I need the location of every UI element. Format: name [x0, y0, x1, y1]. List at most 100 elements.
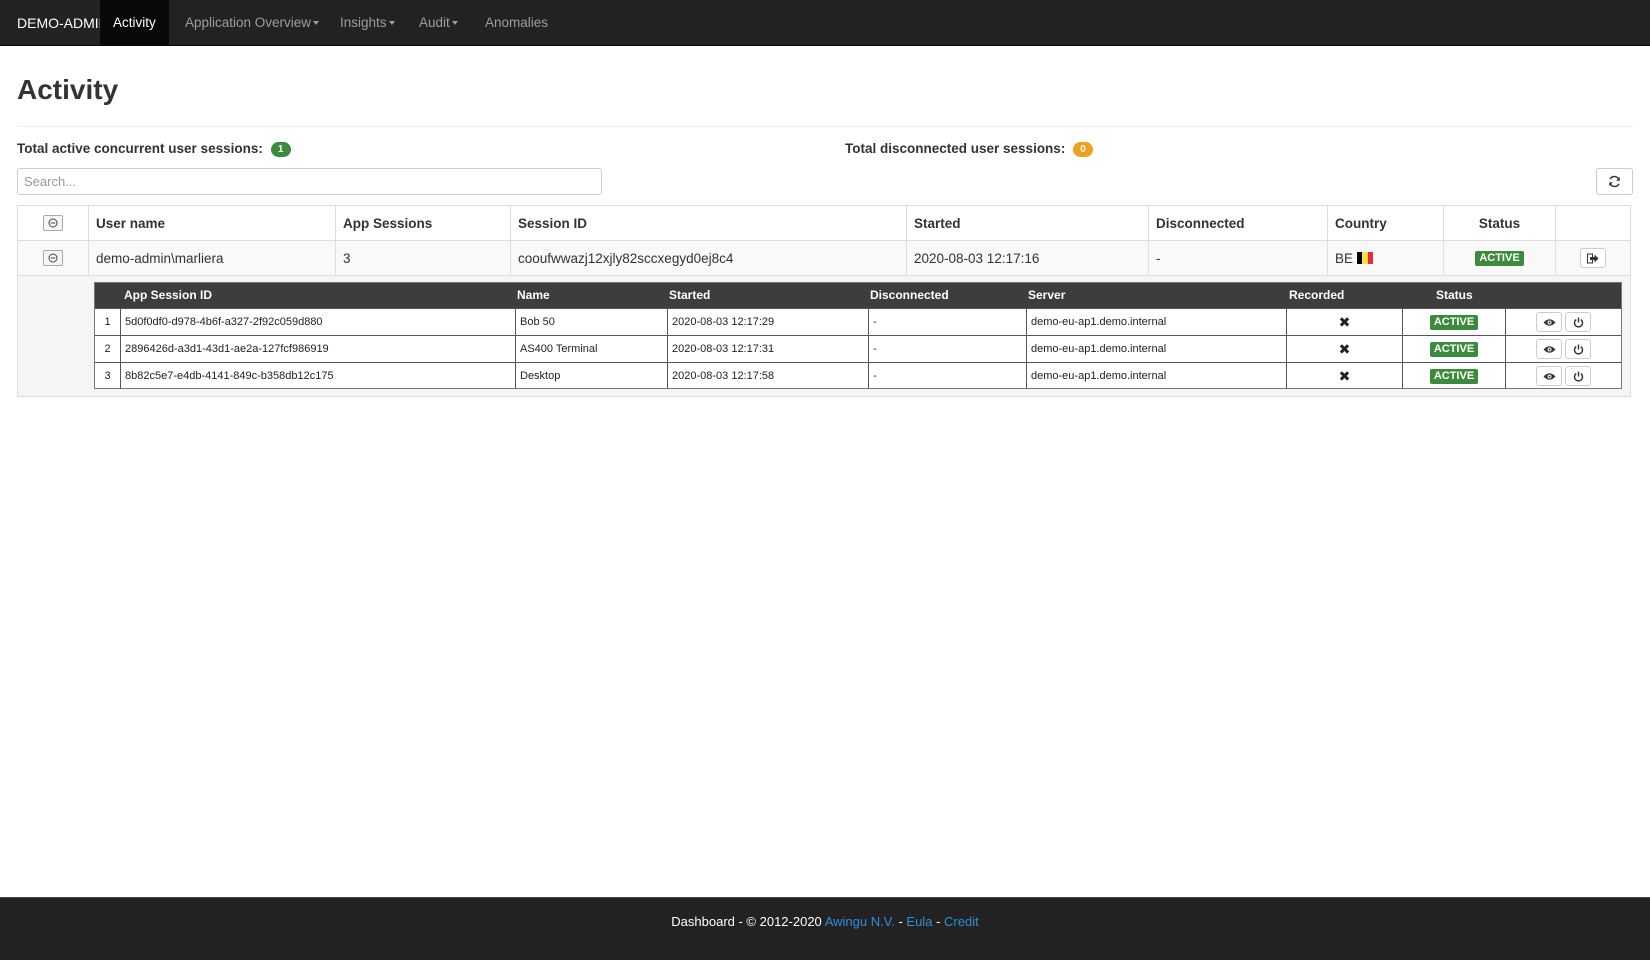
app-session-name: Bob 50: [515, 309, 667, 335]
app-session-id: 5d0f0df0-d978-4b6f-a327-2f92c059d880: [120, 309, 515, 335]
power-icon: [1573, 371, 1583, 381]
app-session-name: AS400 Terminal: [515, 336, 667, 362]
app-session-actions: [1505, 336, 1621, 362]
nav-insights[interactable]: Insights: [327, 0, 408, 46]
refresh-icon: [1609, 175, 1620, 188]
nav-activity[interactable]: Activity: [100, 0, 169, 46]
disconnected-sessions-badge: 0: [1073, 142, 1094, 157]
nav-anomalies[interactable]: Anomalies: [472, 0, 561, 46]
cell-app-sessions: 3: [335, 241, 510, 275]
app-session-server: demo-eu-ap1.demo.internal: [1026, 336, 1286, 362]
search-input[interactable]: [17, 168, 602, 195]
app-sessions-table: App Session ID Name Started Disconnected…: [94, 282, 1622, 389]
nav-audit[interactable]: Audit: [406, 0, 471, 46]
app-session-actions: [1505, 309, 1621, 335]
status-badge: ACTIVE: [1429, 341, 1479, 357]
view-session-button[interactable]: [1536, 312, 1562, 332]
nav-application-overview[interactable]: Application Overview: [172, 0, 332, 46]
col-header-app-sessions[interactable]: App Sessions: [335, 206, 510, 240]
footer-separator: -: [898, 914, 903, 929]
sub-col-header-status[interactable]: Status: [1436, 283, 1473, 308]
app-session-id: 2896426d-a3d1-43d1-ae2a-127fcf986919: [120, 336, 515, 362]
app-session-name: Desktop: [515, 363, 667, 389]
footer-text: Dashboard - © 2012-2020 Awingu N.V. - Eu…: [0, 914, 1650, 929]
app-session-id: 8b82c5e7-e4db-4141-849c-b358db12c175: [120, 363, 515, 389]
eula-link[interactable]: Eula: [906, 914, 932, 929]
col-header-actions: [1555, 206, 1630, 240]
app-session-server: demo-eu-ap1.demo.internal: [1026, 309, 1286, 335]
nav-label: Activity: [113, 15, 156, 30]
sessions-table: User name App Sessions Session ID Starte…: [17, 205, 1631, 397]
sub-col-header-recorded[interactable]: Recorded: [1289, 283, 1344, 308]
eye-icon: [1543, 318, 1555, 326]
app-session-actions: [1505, 363, 1621, 389]
collapse-row-button[interactable]: [43, 250, 63, 266]
page-title: Activity: [17, 74, 119, 105]
logout-session-button[interactable]: [1580, 248, 1606, 268]
app-session-status: ACTIVE: [1402, 363, 1505, 389]
row-collapse-cell: [18, 241, 88, 275]
chevron-down-icon: [313, 21, 320, 26]
terminate-session-button[interactable]: [1565, 366, 1591, 386]
power-icon: [1573, 344, 1583, 354]
nav-label: Audit: [419, 15, 450, 30]
app-session-started: 2020-08-03 12:17:31: [667, 336, 868, 362]
footer: Dashboard - © 2012-2020 Awingu N.V. - Eu…: [0, 897, 1650, 960]
cell-actions: [1555, 241, 1630, 275]
col-header-started[interactable]: Started: [906, 206, 1148, 240]
col-header-session-id[interactable]: Session ID: [510, 206, 906, 240]
not-recorded-icon: ✖: [1338, 368, 1351, 384]
eye-icon: [1543, 372, 1555, 380]
disconnected-sessions-label: Total disconnected user sessions:: [845, 141, 1066, 156]
top-navbar: DEMO-ADMIN Activity Application Overview…: [0, 0, 1650, 46]
company-link[interactable]: Awingu N.V.: [825, 914, 895, 929]
sub-col-header-name[interactable]: Name: [517, 283, 550, 308]
app-session-disconnected: -: [868, 336, 1026, 362]
refresh-button[interactable]: [1596, 168, 1633, 195]
app-session-number: 1: [104, 316, 111, 328]
app-sessions-header-row: App Session ID Name Started Disconnected…: [95, 283, 1621, 308]
sub-col-header-started[interactable]: Started: [669, 283, 710, 308]
nav-label: Insights: [340, 15, 387, 30]
collapse-all-button[interactable]: [43, 215, 63, 231]
col-header-status[interactable]: Status: [1443, 206, 1555, 240]
app-session-disconnected: -: [868, 309, 1026, 335]
country-code: BE: [1335, 250, 1354, 266]
chevron-down-icon: [388, 21, 395, 26]
app-session-row: 1 5d0f0df0-d978-4b6f-a327-2f92c059d880 B…: [95, 308, 1621, 335]
cell-country: BE: [1327, 241, 1443, 275]
not-recorded-icon: ✖: [1338, 314, 1351, 330]
cell-session-id: cooufwwazj12xjly82sccxegyd0ej8c4: [510, 241, 906, 275]
app-session-server: demo-eu-ap1.demo.internal: [1026, 363, 1286, 389]
col-header-user-name[interactable]: User name: [88, 206, 335, 240]
col-header-disconnected[interactable]: Disconnected: [1148, 206, 1327, 240]
sub-col-header-disconnected[interactable]: Disconnected: [870, 283, 949, 308]
belgium-flag-icon: [1357, 252, 1373, 264]
terminate-session-button[interactable]: [1565, 339, 1591, 359]
footer-copyright: Dashboard - © 2012-2020: [671, 914, 822, 929]
cell-disconnected: -: [1148, 241, 1327, 275]
sessions-header-row: User name App Sessions Session ID Starte…: [18, 206, 1630, 241]
active-sessions-badge: 1: [270, 142, 291, 157]
session-row: demo-admin\marliera 3 cooufwwazj12xjly82…: [18, 241, 1630, 276]
app-session-row: 2 2896426d-a3d1-43d1-ae2a-127fcf986919 A…: [95, 335, 1621, 362]
eye-icon: [1543, 345, 1555, 353]
app-session-started: 2020-08-03 12:17:29: [667, 309, 868, 335]
logout-icon: [1587, 253, 1599, 263]
app-session-number: 2: [104, 343, 111, 355]
sub-col-header-app-session-id[interactable]: App Session ID: [124, 283, 212, 308]
credit-link[interactable]: Credit: [944, 914, 979, 929]
app-session-row: 3 8b82c5e7-e4db-4141-849c-b358db12c175 D…: [95, 362, 1621, 389]
title-divider: [17, 126, 1633, 127]
status-badge: ACTIVE: [1475, 250, 1524, 266]
app-session-disconnected: -: [868, 363, 1026, 389]
brand[interactable]: DEMO-ADMIN: [17, 0, 109, 46]
active-sessions-label: Total active concurrent user sessions:: [17, 141, 263, 156]
sub-col-header-server[interactable]: Server: [1028, 283, 1065, 308]
view-session-button[interactable]: [1536, 339, 1562, 359]
view-session-button[interactable]: [1536, 366, 1562, 386]
col-header-country[interactable]: Country: [1327, 206, 1443, 240]
cell-status: ACTIVE: [1443, 241, 1555, 275]
app-session-recorded: ✖: [1286, 336, 1402, 362]
terminate-session-button[interactable]: [1565, 312, 1591, 332]
